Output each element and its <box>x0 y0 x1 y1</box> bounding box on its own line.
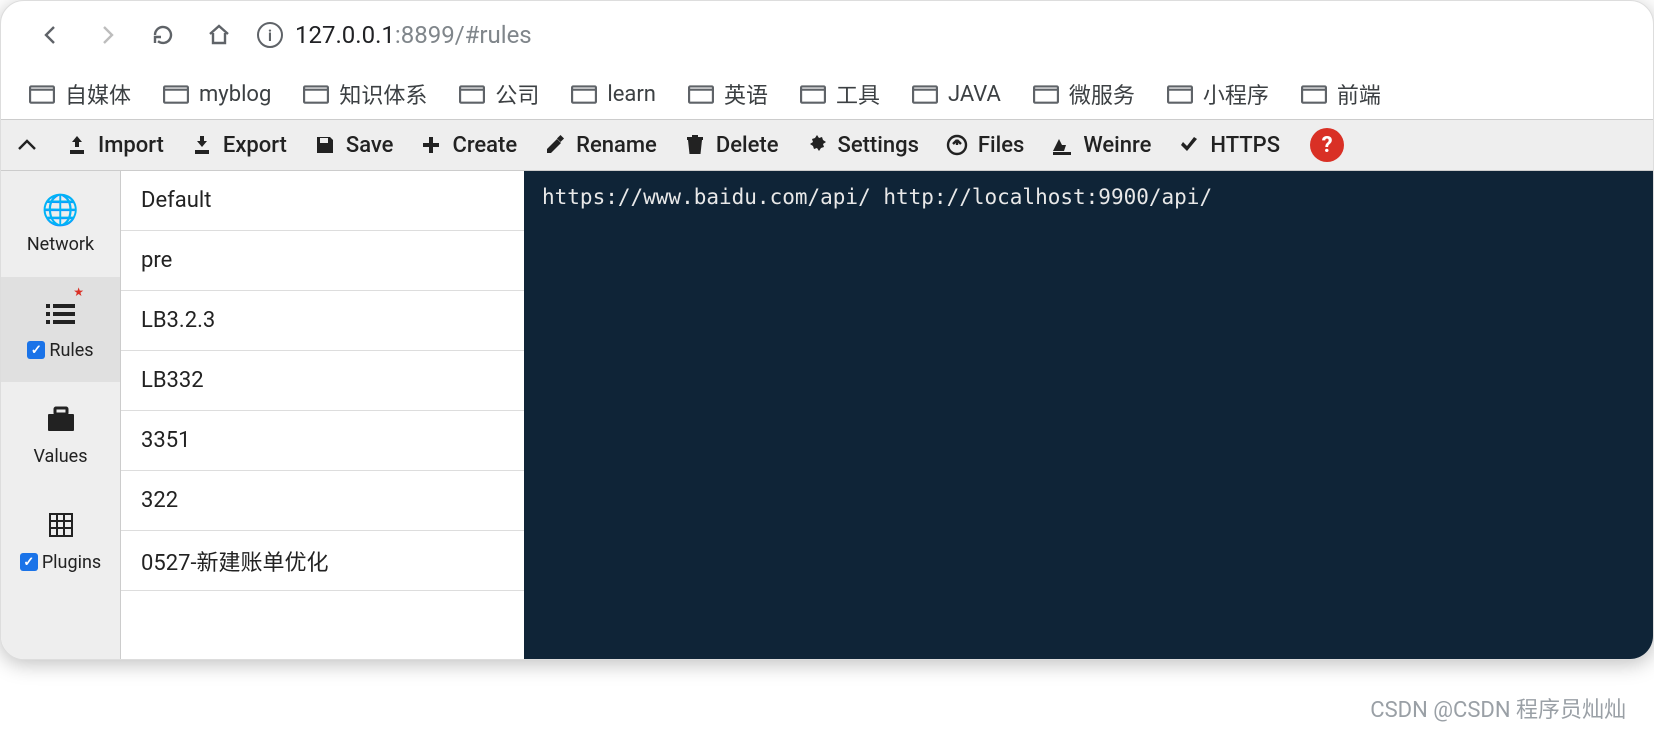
folder-icon <box>688 83 714 105</box>
bookmark-item[interactable]: myblog <box>163 82 271 107</box>
browser-nav-bar: i 127.0.0.1:8899/#rules <box>1 1 1653 69</box>
checkbox-icon <box>27 341 45 359</box>
browser-window: i 127.0.0.1:8899/#rules 自媒体 myblog 知识体系 … <box>0 0 1654 660</box>
address-bar[interactable]: i 127.0.0.1:8899/#rules <box>257 21 532 49</box>
folder-icon <box>1301 83 1327 105</box>
site-info-icon[interactable]: i <box>257 22 283 48</box>
help-icon[interactable]: ? <box>1310 128 1344 162</box>
bookmark-item[interactable]: 小程序 <box>1167 78 1269 110</box>
home-button[interactable] <box>201 17 237 53</box>
grid-icon <box>48 511 74 546</box>
bookmark-item[interactable]: 英语 <box>688 78 768 110</box>
rename-button[interactable]: Rename <box>543 133 657 158</box>
rule-item[interactable]: pre <box>121 231 524 291</box>
collapse-button[interactable] <box>15 133 39 157</box>
bookmark-item[interactable]: 知识体系 <box>303 78 427 110</box>
files-button[interactable]: Files <box>945 133 1024 158</box>
save-button[interactable]: Save <box>313 133 394 158</box>
folder-icon <box>1167 83 1193 105</box>
rule-editor[interactable]: https://www.baidu.com/api/ http://localh… <box>524 171 1653 659</box>
bookmark-item[interactable]: learn <box>571 82 656 107</box>
rules-list[interactable]: Default pre LB3.2.3 LB332 3351 322 0527-… <box>121 171 524 659</box>
folder-icon <box>303 83 329 105</box>
rule-item[interactable]: 3351 <box>121 411 524 471</box>
checkbox-icon <box>20 553 38 571</box>
weinre-button[interactable]: Weinre <box>1050 133 1151 158</box>
side-tabs: 🌐 Network ★ Rules Values <box>1 171 121 659</box>
url-host: 127.0.0.1 <box>295 21 395 49</box>
sidebar-item-rules[interactable]: ★ Rules <box>1 277 120 383</box>
bookmark-item[interactable]: 工具 <box>800 78 880 110</box>
delete-button[interactable]: Delete <box>683 133 779 158</box>
folder-icon <box>163 83 189 105</box>
bookmark-item[interactable]: JAVA <box>912 82 1001 107</box>
bookmark-item[interactable]: 前端 <box>1301 78 1381 110</box>
watermark-text: CSDN @CSDN 程序员灿灿 <box>1370 692 1626 724</box>
bookmark-item[interactable]: 微服务 <box>1033 78 1135 110</box>
rule-item[interactable]: Default <box>121 171 524 231</box>
reload-button[interactable] <box>145 17 181 53</box>
rule-item[interactable]: 322 <box>121 471 524 531</box>
rule-item[interactable]: LB3.2.3 <box>121 291 524 351</box>
app-body: 🌐 Network ★ Rules Values <box>1 171 1653 659</box>
settings-button[interactable]: Settings <box>805 133 919 158</box>
folder-icon <box>1033 83 1059 105</box>
folder-icon <box>800 83 826 105</box>
forward-button[interactable] <box>89 17 125 53</box>
back-button[interactable] <box>33 17 69 53</box>
https-button[interactable]: HTTPS <box>1177 133 1280 158</box>
sidebar-item-network[interactable]: 🌐 Network <box>1 171 120 277</box>
create-button[interactable]: Create <box>419 133 517 158</box>
globe-icon: 🌐 <box>42 193 79 228</box>
folder-icon <box>29 83 55 105</box>
sidebar-item-values[interactable]: Values <box>1 383 120 489</box>
star-badge-icon: ★ <box>73 285 84 299</box>
url-path: :8899/#rules <box>395 21 532 49</box>
list-icon <box>46 299 76 334</box>
rule-item[interactable]: LB332 <box>121 351 524 411</box>
sidebar-item-plugins[interactable]: Plugins <box>1 489 120 595</box>
rule-item[interactable]: 0527-新建账单优化 <box>121 531 524 591</box>
app-toolbar: Import Export Save Create Rename Delete … <box>1 119 1653 171</box>
bookmark-item[interactable]: 自媒体 <box>29 78 131 110</box>
folder-icon <box>912 83 938 105</box>
import-button[interactable]: Import <box>65 133 164 158</box>
bookmarks-bar: 自媒体 myblog 知识体系 公司 learn 英语 工具 JAVA 微服务 … <box>1 69 1653 119</box>
export-button[interactable]: Export <box>190 133 287 158</box>
folder-icon <box>571 83 597 105</box>
briefcase-icon <box>46 405 76 440</box>
folder-icon <box>459 83 485 105</box>
bookmark-item[interactable]: 公司 <box>459 78 539 110</box>
